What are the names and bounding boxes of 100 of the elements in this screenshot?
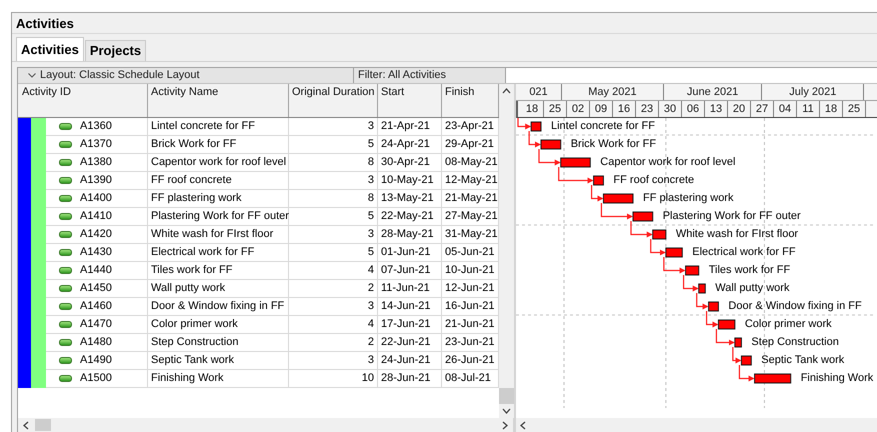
bar-label: Lintel concrete for FF [551, 120, 655, 133]
table-cell: FF roof concrete [148, 172, 289, 190]
week-header: 02 [567, 101, 590, 117]
dependency-arrow [517, 118, 532, 130]
dependency-arrow [630, 221, 653, 238]
gantt-bar[interactable] [665, 248, 683, 258]
table-cell: Electrical work for FF [148, 244, 289, 262]
dependency-arrow [558, 167, 594, 184]
table-cell: 14-Jun-21 [378, 298, 442, 316]
wbs-color-band [18, 370, 31, 388]
week-header: 20 [728, 101, 751, 117]
dependency-arrow [706, 311, 718, 328]
table-cell: Color primer work [148, 316, 289, 334]
table-cell: Step Construction [148, 334, 289, 352]
week-header: 09 [590, 101, 613, 117]
dependency-arrow [732, 347, 742, 364]
table-cell: 2 [289, 334, 378, 352]
gantt-bar[interactable] [685, 266, 700, 276]
column-header[interactable]: Original Duration [289, 84, 378, 117]
bar-label: Finishing Work [800, 372, 874, 385]
activity-icon [59, 339, 72, 346]
gantt-bar[interactable] [632, 212, 654, 222]
layout-selector[interactable]: Layout: Classic Schedule Layout [18, 68, 354, 83]
dependency-arrow [650, 239, 666, 256]
bar-label: Tiles work for FF [708, 264, 790, 277]
table-cell: Door & Window fixing in FF [148, 298, 289, 316]
dependency-arrow [716, 329, 735, 346]
table-cell-text: A1400 [80, 191, 112, 206]
table-cell: 5 [289, 136, 378, 154]
gantt-bar[interactable] [718, 320, 736, 330]
table-cell: 28-May-21 [378, 226, 442, 244]
layout-label: Layout: Classic Schedule Layout [40, 68, 200, 83]
table-cell: Tiles work for FF [148, 262, 289, 280]
table-cell: 30-Apr-21 [378, 154, 442, 172]
table-cell: 8 [289, 154, 378, 172]
table-cell-text: A1420 [80, 227, 112, 242]
table-cell-text: A1370 [80, 137, 112, 152]
table-cell: Finishing Work [148, 370, 289, 388]
scroll-down-icon[interactable] [502, 408, 511, 414]
bar-label: FF plastering work [643, 192, 734, 205]
week-header: 16 [613, 101, 636, 117]
bar-label: Color primer work [744, 318, 832, 331]
scrollbar-thumb[interactable] [35, 419, 51, 431]
table-cell-text: A1430 [80, 245, 112, 260]
column-header[interactable]: Start [378, 84, 442, 117]
table-cell: 3 [289, 352, 378, 370]
week-header: 25 [843, 101, 866, 117]
week-header: 04 [774, 101, 797, 117]
activity-icon [59, 249, 72, 256]
dependency-arrow [590, 185, 604, 202]
bar-label: Door & Window fixing in FF [728, 300, 862, 313]
scrollbar-thumb[interactable] [499, 388, 514, 404]
table-cell: 10-May-21 [378, 172, 442, 190]
table-cell: 8 [289, 190, 378, 208]
week-header: 06 [682, 101, 705, 117]
dependency-arrow [528, 131, 541, 148]
table-cell-text: A1450 [80, 281, 112, 296]
gantt-bar[interactable] [734, 338, 742, 348]
table-cell: 5 [289, 208, 378, 226]
dependency-arrow [738, 365, 755, 382]
table-cell-text: A1470 [80, 317, 112, 332]
bar-label: Step Construction [751, 336, 839, 349]
bar-label: Wall putty work [715, 282, 790, 295]
bar-label: Brick Work for FF [570, 138, 656, 151]
scroll-up-icon[interactable] [502, 88, 511, 94]
activity-icon [59, 357, 72, 364]
table-cell: 22-Jun-21 [378, 334, 442, 352]
scroll-left-icon[interactable] [23, 420, 29, 430]
activity-icon [59, 195, 72, 202]
table-cell: 4 [289, 316, 378, 334]
month-header: June 2021 [664, 84, 762, 100]
table-cell: Septic Tank work [148, 352, 289, 370]
dependency-arrow [538, 149, 561, 166]
column-header[interactable]: Activity ID [18, 84, 148, 117]
month-header: May 2021 [562, 84, 664, 100]
table-cell: Wall putty work [148, 280, 289, 298]
table-cell: 2 [289, 280, 378, 298]
month-header: 021 [516, 84, 562, 100]
dependency-arrow [696, 293, 709, 310]
table-cell: Plastering Work for FF outer [148, 208, 289, 226]
table-cell-text: A1390 [80, 173, 112, 188]
scroll-right-icon[interactable] [502, 420, 508, 430]
bar-label: White wash for FIrst floor [676, 228, 798, 241]
table-cell-text: A1410 [80, 209, 112, 224]
activity-icon [59, 141, 72, 148]
table-cell: 01-Jun-21 [378, 244, 442, 262]
scroll-left-icon[interactable] [520, 420, 526, 430]
gantt-bar[interactable] [540, 140, 562, 150]
tab[interactable]: Activities [16, 37, 84, 61]
table-cell: 4 [289, 262, 378, 280]
week-header: 25 [544, 101, 567, 117]
tab[interactable]: Projects [84, 40, 146, 61]
wbs-color-band [18, 118, 31, 136]
table-cell: White wash for FIrst floor [148, 226, 289, 244]
gantt-bar[interactable] [740, 356, 752, 366]
bar-label: FF roof concrete [613, 174, 694, 187]
table-cell: 11-Jun-21 [378, 280, 442, 298]
activity-icon [59, 177, 72, 184]
month-header: July 2021 [762, 84, 864, 100]
column-header[interactable]: Activity Name [148, 84, 289, 117]
